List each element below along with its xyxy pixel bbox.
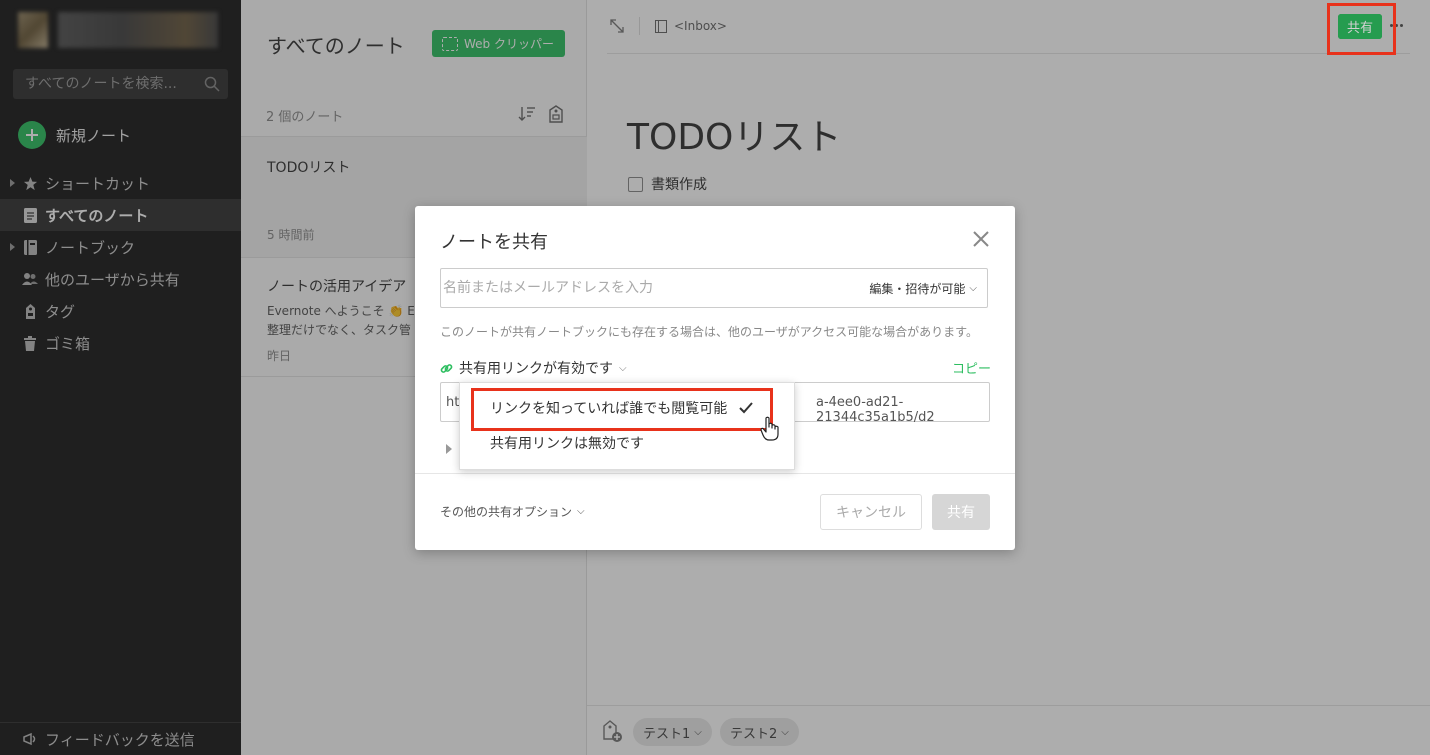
annotation-highlight-box — [1327, 3, 1396, 55]
close-icon[interactable] — [972, 230, 990, 248]
share-submit-button[interactable]: 共有 — [932, 494, 990, 530]
link-status-toggle[interactable]: 共有用リンクが有効です ⌵ — [440, 358, 627, 378]
hand-cursor-icon — [760, 416, 779, 441]
copy-link-button[interactable]: コピー — [952, 358, 991, 377]
option-label: 共有用リンクは無効です — [490, 436, 644, 452]
permission-label: 編集・招待が可能 — [869, 282, 966, 296]
link-icon — [440, 363, 453, 373]
recipient-field: 編集・招待が可能 ⌵ — [440, 268, 988, 308]
chevron-down-icon: ⌵ — [969, 283, 977, 294]
permission-select[interactable]: 編集・招待が可能 ⌵ — [869, 280, 977, 297]
share-notice: このノートが共有ノートブックにも存在する場合は、他のユーザがアクセス可能な場合が… — [440, 325, 978, 339]
cancel-button[interactable]: キャンセル — [820, 494, 922, 530]
dropdown-option-link-disabled[interactable]: 共有用リンクは無効です — [460, 426, 794, 460]
chevron-down-icon: ⌵ — [619, 362, 627, 374]
more-share-options[interactable]: その他の共有オプション ⌵ — [440, 503, 585, 520]
share-note-dialog: ノートを共有 編集・招待が可能 ⌵ このノートが共有ノートブックにも存在する場合… — [415, 206, 1015, 550]
divider — [415, 473, 1015, 474]
recipient-input[interactable] — [441, 269, 841, 307]
chevron-down-icon: ⌵ — [577, 506, 585, 517]
link-status-label: 共有用リンクが有効です — [459, 361, 613, 377]
expand-caret-icon[interactable] — [446, 444, 452, 454]
dialog-title: ノートを共有 — [440, 232, 548, 253]
more-options-label: その他の共有オプション — [440, 505, 573, 519]
url-suffix: a-4ee0-ad21-21344c35a1b5/d2 — [816, 395, 935, 425]
annotation-highlight-box — [471, 388, 773, 431]
